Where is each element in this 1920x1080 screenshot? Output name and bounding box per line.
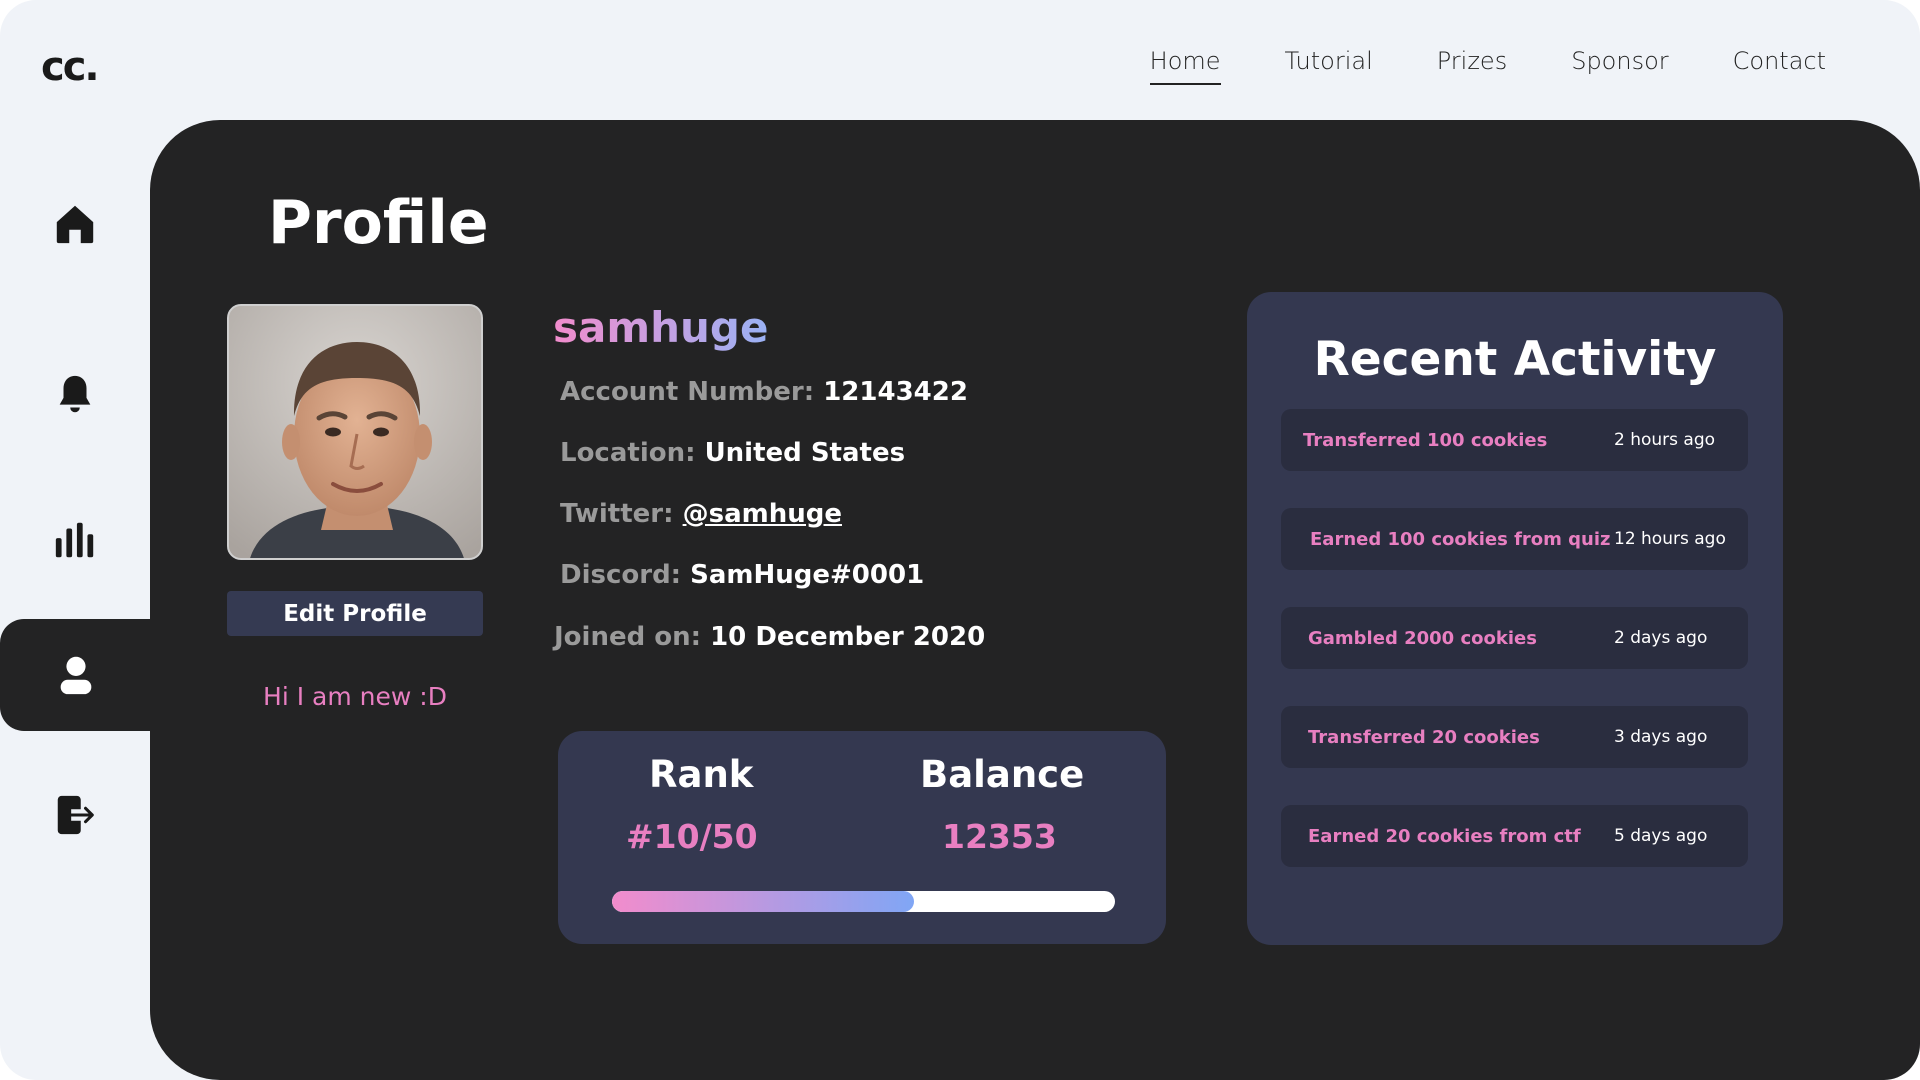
top-nav: Home Tutorial Prizes Sponsor Contact: [1149, 47, 1826, 85]
profile-bio: Hi I am new :D: [263, 682, 447, 711]
nav-sponsor[interactable]: Sponsor: [1571, 47, 1668, 75]
rank-label: Rank: [649, 753, 754, 796]
home-icon: [56, 205, 94, 244]
progress-bar: [612, 891, 1115, 912]
sidebar-item-notifications[interactable]: [0, 339, 150, 451]
twitter-label: Twitter:: [560, 499, 674, 529]
nav-tutorial[interactable]: Tutorial: [1285, 47, 1373, 75]
sidebar: [0, 120, 152, 1080]
twitter-row: Twitter: @samhuge: [560, 499, 842, 529]
activity-text: Earned 20 cookies from ctf: [1308, 826, 1581, 847]
activity-time: 3 days ago: [1614, 727, 1708, 747]
activity-item[interactable]: Transferred 100 cookies 2 hours ago: [1281, 409, 1748, 471]
recent-activity-panel: Recent Activity Transferred 100 cookies …: [1247, 292, 1783, 945]
activity-time: 5 days ago: [1614, 826, 1708, 846]
joined-value: 10 December 2020: [710, 622, 986, 652]
stats-card: Rank #10/50 Balance 12353: [558, 731, 1166, 944]
activity-text: Transferred 20 cookies: [1308, 727, 1540, 748]
page-title: Profile: [268, 188, 489, 258]
activity-time: 12 hours ago: [1614, 529, 1726, 549]
balance-label: Balance: [920, 753, 1085, 796]
logout-icon: [57, 795, 94, 835]
app-window: cc. Home Tutorial Prizes Sponsor Contact: [0, 0, 1920, 1080]
joined-row: Joined on: 10 December 2020: [554, 622, 985, 652]
progress-fill: [612, 891, 914, 912]
nav-prizes[interactable]: Prizes: [1437, 47, 1507, 75]
recent-activity-title: Recent Activity: [1313, 332, 1717, 387]
discord-row: Discord: SamHuge#0001: [560, 560, 924, 590]
location-row: Location: United States: [560, 438, 905, 468]
discord-value: SamHuge#0001: [690, 560, 925, 590]
user-icon: [60, 656, 92, 695]
brand-logo[interactable]: cc.: [41, 44, 100, 90]
activity-text: Earned 100 cookies from quiz: [1310, 529, 1611, 550]
discord-label: Discord:: [560, 560, 682, 590]
location-label: Location:: [560, 438, 696, 468]
main-panel: Profile Edit Profile Hi I am new:D samh…: [150, 120, 1920, 1080]
avatar: [227, 304, 483, 560]
username: samhuge: [553, 303, 769, 352]
nav-home[interactable]: Home: [1149, 47, 1221, 85]
joined-label: Joined on:: [554, 622, 702, 652]
edit-profile-button[interactable]: Edit Profile: [227, 591, 483, 636]
location-value: United States: [704, 438, 906, 468]
account-number-value: 12143422: [823, 377, 968, 407]
activity-item[interactable]: Earned 100 cookies from quiz 12 hours ag…: [1281, 508, 1748, 570]
nav-contact[interactable]: Contact: [1733, 47, 1826, 75]
activity-item[interactable]: Earned 20 cookies from ctf 5 days ago: [1281, 805, 1748, 867]
bell-icon: [59, 375, 91, 413]
activity-text: Transferred 100 cookies: [1303, 430, 1548, 451]
profile-photo: [229, 306, 481, 558]
activity-time: 2 days ago: [1614, 628, 1708, 648]
activity-time: 2 hours ago: [1614, 430, 1716, 450]
activity-item[interactable]: Gambled 2000 cookies 2 days ago: [1281, 607, 1748, 669]
balance-value: 12353: [942, 817, 1057, 856]
rank-value: #10/50: [626, 817, 758, 856]
sidebar-item-stats[interactable]: [0, 484, 150, 596]
activity-item[interactable]: Transferred 20 cookies 3 days ago: [1281, 706, 1748, 768]
twitter-link[interactable]: @samhuge: [683, 499, 842, 529]
account-number-row: Account Number: 12143422: [560, 377, 968, 407]
sidebar-item-profile[interactable]: [0, 619, 152, 731]
sidebar-item-logout[interactable]: [0, 759, 150, 871]
bar-chart-icon: [55, 522, 94, 558]
activity-text: Gambled 2000 cookies: [1308, 628, 1537, 649]
account-number-label: Account Number:: [560, 377, 815, 407]
sidebar-item-home[interactable]: [0, 168, 150, 280]
